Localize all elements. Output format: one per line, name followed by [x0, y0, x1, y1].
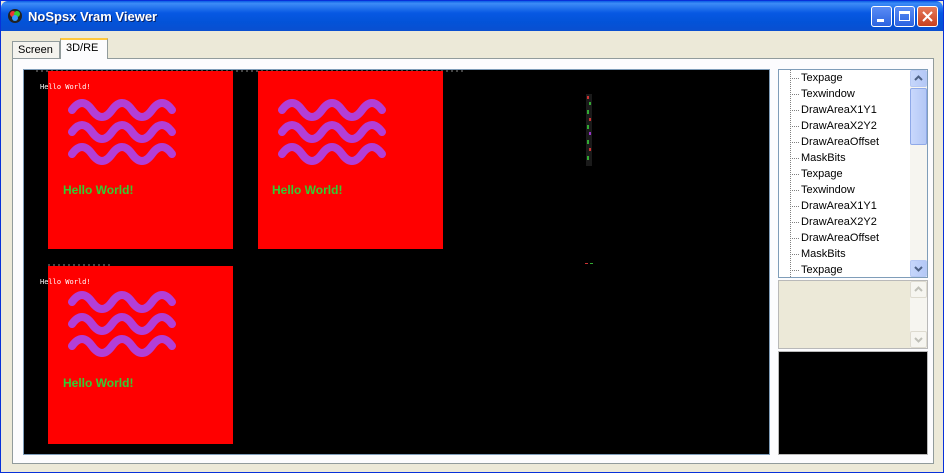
tree-list: Texpage Texwindow DrawAreaX1Y1 DrawAreaX2Y2…	[779, 70, 911, 277]
minimize-button[interactable]	[871, 6, 892, 27]
tree-item[interactable]: MaskBits	[779, 150, 911, 166]
tree-item[interactable]: MaskBits	[779, 246, 911, 262]
app-window: NoSpsx Vram Viewer Screen 3D/RE Hello Wo…	[0, 0, 944, 473]
tree-item[interactable]: Texwindow	[779, 86, 911, 102]
texture-strip	[585, 94, 593, 264]
frame-text: Hello World!	[272, 183, 342, 197]
scroll-down-button[interactable]	[910, 331, 927, 348]
frame-text: Hello World!	[63, 183, 133, 197]
small-debug-text: Hello World!	[40, 83, 91, 91]
maximize-icon	[899, 11, 910, 21]
detail-scrollbar[interactable]	[910, 281, 927, 348]
tree-item[interactable]: DrawAreaX2Y2	[779, 214, 911, 230]
tree-item[interactable]: DrawAreaX1Y1	[779, 102, 911, 118]
vram-view[interactable]: Hello World! Hello World! Hello World! H…	[23, 69, 770, 455]
chevron-down-icon	[914, 337, 923, 343]
tree-item[interactable]: DrawAreaOffset	[779, 230, 911, 246]
close-icon	[922, 11, 933, 22]
tree-item[interactable]: Texpage	[779, 262, 911, 277]
chevron-down-icon	[914, 266, 923, 272]
scroll-up-button[interactable]	[910, 281, 927, 298]
chevron-up-icon	[914, 75, 923, 81]
app-icon	[8, 9, 22, 23]
tab-3d-re[interactable]: 3D/RE	[60, 38, 108, 59]
vram-frame: Hello World!	[48, 71, 233, 249]
tree-item[interactable]: Texpage	[779, 70, 911, 86]
tree-scrollbar[interactable]	[910, 70, 927, 277]
tree-item[interactable]: DrawAreaX2Y2	[779, 118, 911, 134]
frame-text: Hello World!	[63, 376, 133, 390]
scroll-thumb[interactable]	[910, 88, 927, 145]
preview-pane	[778, 351, 928, 455]
window-title: NoSpsx Vram Viewer	[28, 9, 158, 24]
vram-frame: Hello World!	[48, 266, 233, 444]
maximize-button[interactable]	[894, 6, 915, 27]
tree-item[interactable]: Texpage	[779, 166, 911, 182]
tree-item[interactable]: Texwindow	[779, 182, 911, 198]
minimize-icon	[877, 19, 884, 22]
tree-item[interactable]: DrawAreaX1Y1	[779, 198, 911, 214]
command-tree[interactable]: Texpage Texwindow DrawAreaX1Y1 DrawAreaX2Y2…	[778, 69, 928, 278]
vram-canvas: Hello World! Hello World! Hello World! H…	[36, 70, 593, 444]
scroll-down-button[interactable]	[910, 260, 927, 277]
detail-pane[interactable]	[778, 280, 928, 349]
chevron-up-icon	[914, 286, 923, 292]
tab-panel: Hello World! Hello World! Hello World! H…	[12, 58, 934, 464]
tab-screen[interactable]: Screen	[12, 41, 60, 59]
close-button[interactable]	[917, 6, 938, 27]
small-debug-text: Hello World!	[40, 278, 91, 286]
title-bar[interactable]: NoSpsx Vram Viewer	[1, 1, 943, 31]
vram-frame: Hello World!	[258, 71, 443, 249]
tree-item[interactable]: DrawAreaOffset	[779, 134, 911, 150]
scroll-up-button[interactable]	[910, 70, 927, 87]
